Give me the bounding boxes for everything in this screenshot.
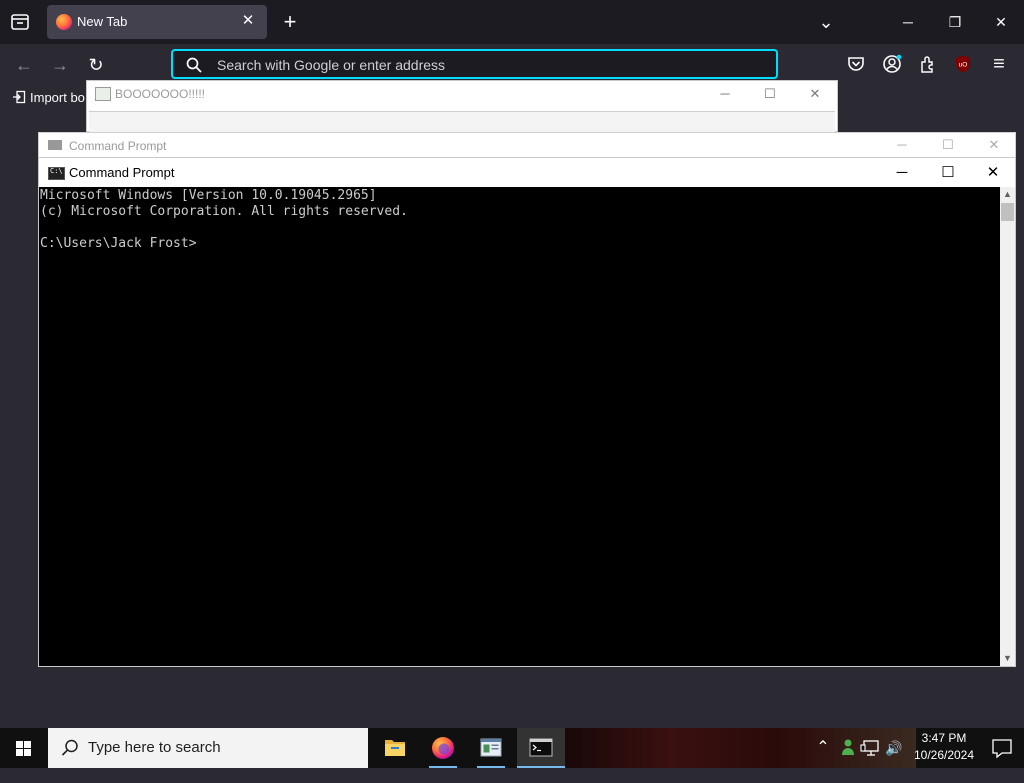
user-status-icon[interactable] [836, 728, 858, 768]
svg-text:uO: uO [959, 62, 968, 69]
import-icon [13, 90, 26, 104]
search-icon [60, 738, 80, 758]
search-icon [185, 56, 203, 74]
command-prompt-window-background[interactable]: Command Prompt ─ ☐ ✕ [38, 132, 1016, 158]
address-bar[interactable]: Search with Google or enter address [171, 49, 778, 79]
taskbar: Type here to search ⌃ 🔊 3:47 PM 10/26/20… [0, 728, 1024, 768]
start-button[interactable] [0, 728, 48, 768]
list-all-tabs-icon[interactable]: ⌄ [811, 8, 841, 36]
console-prompt: C:\Users\Jack Frost> [40, 236, 197, 251]
browser-tabbar: New Tab ✕ + ⌄ ─ ❐ ✕ [0, 0, 1024, 44]
console-output[interactable]: Microsoft Windows [Version 10.0.19045.29… [39, 187, 1000, 666]
tab-new-tab[interactable]: New Tab ✕ [47, 5, 267, 39]
tab-title: New Tab [77, 14, 128, 29]
cmd-minimize-button[interactable]: ─ [879, 158, 925, 187]
boo-minimize-button[interactable]: ─ [705, 83, 745, 105]
cmd-maximize-button[interactable]: ☐ [925, 158, 971, 187]
pocket-icon[interactable] [846, 54, 866, 74]
account-icon[interactable] [882, 54, 902, 74]
browser-close-button[interactable]: ✕ [986, 8, 1016, 36]
app-window-icon [95, 87, 111, 101]
boo-window[interactable]: BOOOOOOO!!!!! ─ ☐ ✕ [86, 80, 838, 132]
command-prompt-icon [48, 140, 62, 150]
boo-window-title: BOOOOOOO!!!!! [115, 87, 206, 101]
boo-window-body [89, 111, 835, 132]
command-prompt-icon [48, 167, 65, 180]
clock-date: 10/26/2024 [913, 748, 975, 762]
firefox-icon[interactable] [419, 728, 467, 768]
cmd-close-button[interactable]: ✕ [970, 158, 1016, 187]
firefox-view-icon[interactable] [8, 10, 32, 34]
import-bookmarks-button[interactable]: Import bo [12, 90, 85, 105]
cmd-titlebar[interactable]: Command Prompt ─ ☐ ✕ [39, 158, 1015, 187]
command-prompt-window[interactable]: Command Prompt ─ ☐ ✕ Microsoft Windows [… [38, 157, 1016, 667]
scroll-thumb[interactable] [1001, 203, 1014, 221]
extensions-icon[interactable] [918, 54, 938, 74]
cmd-bg-close-button[interactable]: ✕ [974, 135, 1014, 155]
taskbar-search-box[interactable]: Type here to search [48, 728, 368, 768]
command-prompt-icon[interactable] [517, 728, 565, 768]
show-hidden-icons-chevron-icon[interactable]: ⌃ [813, 728, 833, 768]
scroll-up-icon[interactable]: ▲ [1000, 187, 1015, 202]
app-window-icon[interactable] [467, 728, 515, 768]
tab-close-icon[interactable]: ✕ [237, 10, 259, 32]
file-explorer-icon[interactable] [371, 728, 419, 768]
cmd-bg-minimize-button[interactable]: ─ [882, 135, 922, 155]
clock-time: 3:47 PM [921, 731, 967, 745]
import-bookmarks-label: Import bo [30, 90, 85, 105]
cmd-bg-title: Command Prompt [69, 139, 167, 153]
console-scrollbar[interactable]: ▲ ▼ [1000, 187, 1015, 666]
scroll-down-icon[interactable]: ▼ [1000, 651, 1015, 666]
cmd-title: Command Prompt [69, 165, 175, 180]
notification-center-icon[interactable] [980, 728, 1024, 768]
taskbar-clock[interactable]: 3:47 PM 10/26/2024 [906, 730, 982, 766]
boo-maximize-button[interactable]: ☐ [750, 83, 790, 105]
address-bar-placeholder: Search with Google or enter address [217, 57, 446, 73]
console-line: Microsoft Windows [Version 10.0.19045.29… [40, 188, 377, 203]
firefox-favicon-icon [56, 14, 72, 30]
browser-restore-button[interactable]: ❐ [940, 8, 970, 36]
browser-minimize-button[interactable]: ─ [893, 8, 923, 36]
network-icon[interactable] [860, 728, 882, 768]
new-tab-button[interactable]: + [278, 10, 302, 34]
windows-logo-icon [16, 741, 32, 756]
boo-close-button[interactable]: ✕ [795, 83, 835, 105]
forward-arrow-icon[interactable]: → [48, 53, 72, 77]
console-line: (c) Microsoft Corporation. All rights re… [40, 204, 408, 219]
menu-icon[interactable]: ≡ [989, 54, 1009, 74]
ublock-icon[interactable]: uO [953, 54, 973, 74]
volume-icon[interactable]: 🔊 [883, 728, 905, 768]
cmd-bg-maximize-button[interactable]: ☐ [928, 135, 968, 155]
reload-icon[interactable]: ↻ [84, 53, 108, 77]
back-arrow-icon[interactable]: ← [12, 53, 36, 77]
taskbar-search-placeholder: Type here to search [88, 739, 221, 756]
